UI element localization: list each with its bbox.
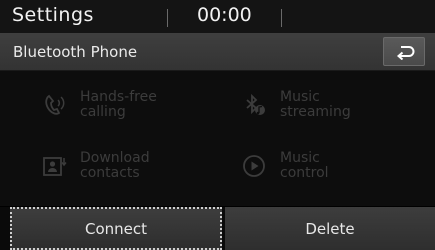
back-arrow-icon [396, 46, 415, 60]
status-bar: Settings 00:00 [0, 0, 435, 33]
status-title: Settings [12, 4, 94, 26]
page-title: Bluetooth Phone [13, 43, 138, 61]
settings-screen: Settings 00:00 Bluetooth Phone Hands-fre… [0, 0, 435, 250]
feature-hands-free-calling: Hands-free calling [40, 90, 157, 120]
action-bar: Connect Delete [0, 207, 435, 250]
feature-label: Hands-free calling [80, 89, 157, 120]
back-button[interactable] [383, 37, 425, 66]
feature-label: Download contacts [80, 150, 150, 181]
handset-icon [40, 91, 68, 119]
feature-download-contacts: Download contacts [40, 151, 150, 181]
header-bar: Bluetooth Phone [0, 33, 435, 71]
connect-button[interactable]: Connect [10, 207, 222, 250]
status-divider [281, 9, 282, 27]
feature-list: Hands-free calling Music streaming Downl… [0, 71, 435, 206]
feature-label: Music control [280, 150, 329, 181]
status-divider [167, 9, 168, 27]
contacts-download-icon [40, 152, 68, 180]
bluetooth-music-icon [240, 91, 268, 119]
feature-music-streaming: Music streaming [240, 90, 351, 120]
delete-button[interactable]: Delete [225, 207, 435, 250]
play-circle-icon [240, 152, 268, 180]
clock: 00:00 [197, 4, 252, 26]
feature-music-control: Music control [240, 151, 329, 181]
feature-label: Music streaming [280, 89, 351, 120]
